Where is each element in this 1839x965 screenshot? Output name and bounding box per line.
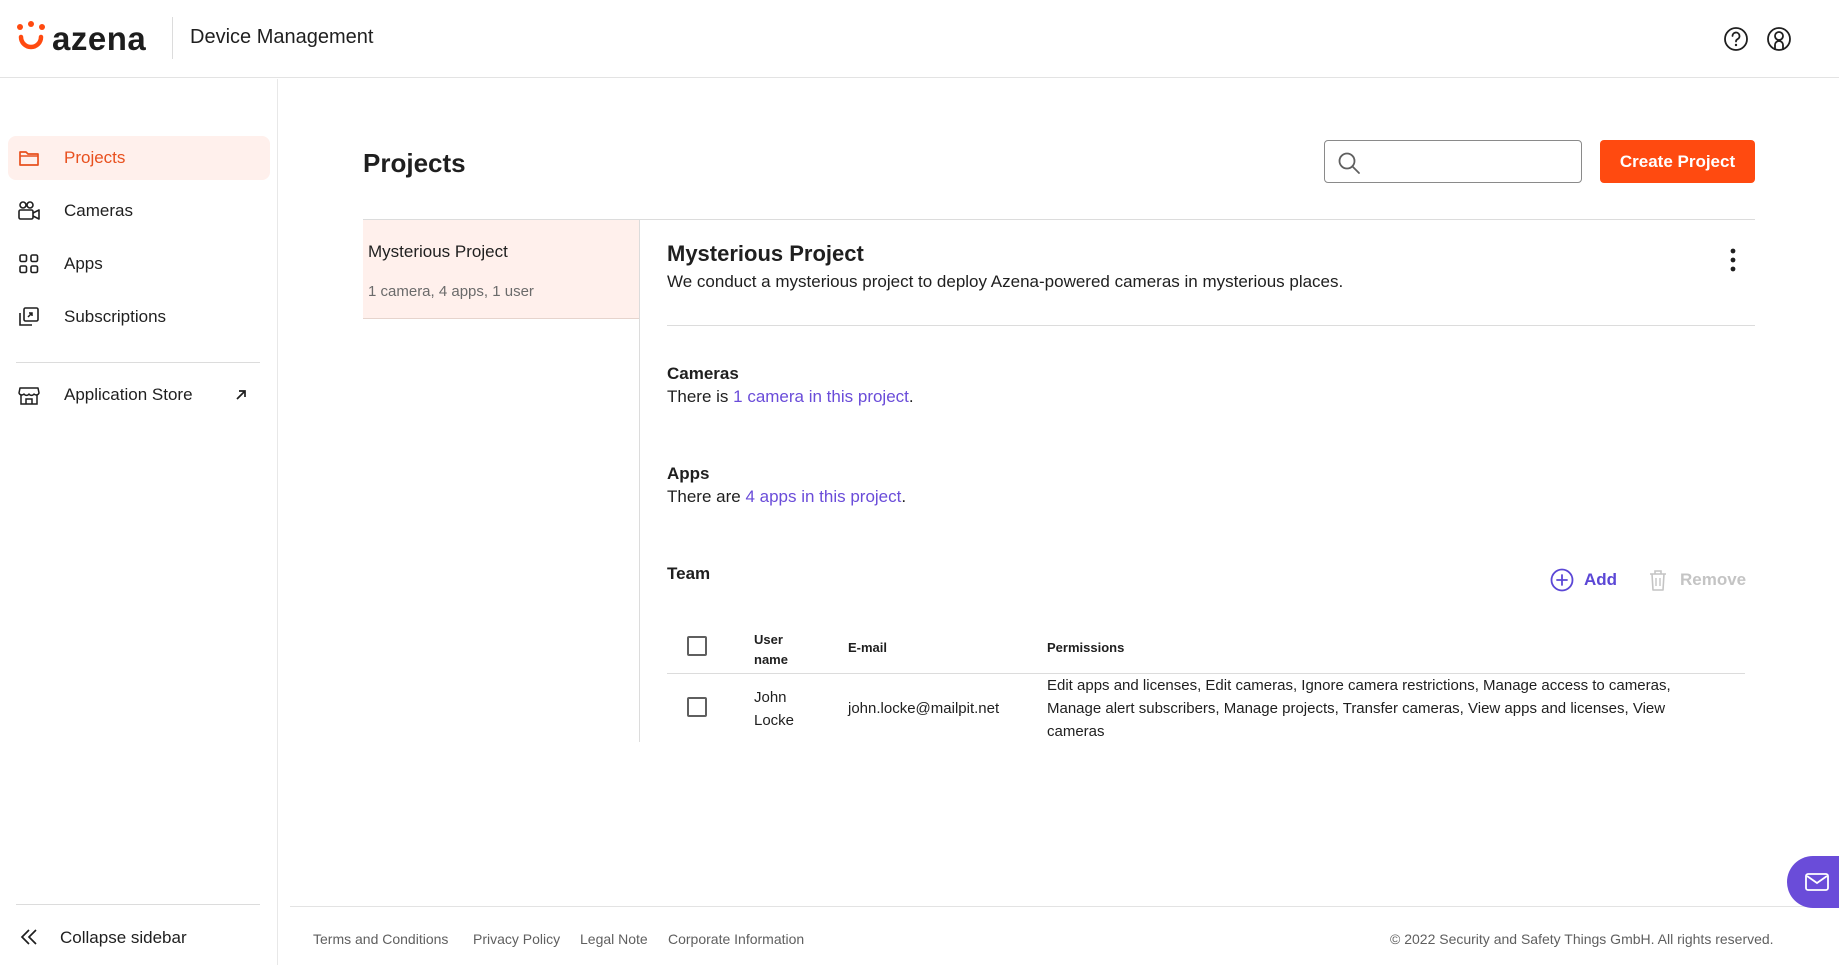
search-icon bbox=[1338, 152, 1360, 174]
azena-logo[interactable]: azena bbox=[16, 19, 146, 59]
sidebar-item-label: Apps bbox=[64, 254, 103, 273]
permissions-line-3: cameras bbox=[1047, 723, 1105, 740]
project-meta: 1 camera, 4 apps, 1 user bbox=[368, 283, 534, 300]
col-header-username-line2: name bbox=[754, 652, 788, 667]
double-chevron-left-icon bbox=[20, 929, 37, 945]
help-icon[interactable] bbox=[1723, 26, 1749, 52]
user-name-cell: John Locke bbox=[754, 686, 794, 732]
sidebar-item-label: Projects bbox=[64, 148, 126, 167]
remove-member-button[interactable]: Remove bbox=[1646, 566, 1746, 594]
sidebar-item-label: Application Store bbox=[64, 385, 193, 404]
cameras-heading: Cameras bbox=[667, 364, 739, 383]
sidebar-item-apps[interactable]: Apps bbox=[8, 242, 270, 286]
more-options-icon[interactable] bbox=[1722, 246, 1744, 274]
collapse-sidebar-label: Collapse sidebar bbox=[60, 928, 187, 947]
sidebar-item-subscriptions[interactable]: Subscriptions bbox=[8, 295, 270, 339]
page-title: Projects bbox=[363, 148, 466, 178]
project-detail-title: Mysterious Project bbox=[667, 241, 864, 266]
detail-divider bbox=[667, 325, 1755, 326]
copyright-text: © 2022 Security and Safety Things GmbH. … bbox=[1390, 931, 1774, 947]
sidebar: Projects Cameras Apps Subscriptions Appl… bbox=[0, 79, 278, 965]
sidebar-bottom-divider bbox=[16, 904, 260, 905]
apps-suffix: . bbox=[901, 487, 907, 506]
app-header: azena Device Management bbox=[0, 0, 1839, 78]
apps-prefix: There are bbox=[667, 487, 746, 506]
trash-icon bbox=[1650, 570, 1666, 591]
col-header-username-line1: User bbox=[754, 632, 783, 647]
search-box[interactable] bbox=[1324, 140, 1582, 183]
email-cell: john.locke@mailpit.net bbox=[848, 700, 1000, 717]
search-input[interactable] bbox=[1369, 147, 1569, 177]
sidebar-item-cameras[interactable]: Cameras bbox=[8, 189, 270, 233]
project-list-item[interactable]: Mysterious Project 1 camera, 4 apps, 1 u… bbox=[363, 220, 639, 319]
app-title: Device Management bbox=[190, 26, 374, 48]
sidebar-item-application-store[interactable]: Application Store bbox=[8, 373, 270, 417]
footer-divider bbox=[290, 906, 1839, 907]
sidebar-item-projects[interactable]: Projects bbox=[8, 136, 270, 180]
add-member-button[interactable]: Add bbox=[1550, 566, 1617, 594]
mail-icon bbox=[1805, 873, 1829, 891]
user-last-name: Locke bbox=[754, 712, 795, 729]
project-name: Mysterious Project bbox=[368, 242, 508, 261]
cameras-link[interactable]: 1 camera in this project bbox=[733, 387, 909, 406]
permissions-line-2: Manage alert subscribers, Manage project… bbox=[1047, 700, 1666, 717]
team-heading: Team bbox=[667, 564, 711, 583]
store-icon bbox=[18, 387, 40, 405]
apps-summary: There are 4 apps in this project. bbox=[667, 487, 906, 507]
footer-link-terms[interactable]: Terms and Conditions bbox=[313, 931, 448, 947]
add-label: Add bbox=[1584, 570, 1618, 589]
project-description: We conduct a mysterious project to deplo… bbox=[667, 272, 1344, 291]
user-first-name: John bbox=[754, 689, 787, 706]
apps-link[interactable]: 4 apps in this project bbox=[745, 487, 901, 506]
row-checkbox[interactable] bbox=[687, 697, 707, 717]
col-header-username[interactable]: User name bbox=[754, 630, 788, 670]
subscriptions-icon bbox=[19, 307, 39, 326]
sidebar-divider bbox=[16, 362, 260, 363]
sidebar-item-label: Cameras bbox=[64, 201, 133, 220]
permissions-line-1: Edit apps and licenses, Edit cameras, Ig… bbox=[1047, 677, 1671, 694]
apps-heading: Apps bbox=[667, 464, 710, 483]
apps-grid-icon bbox=[19, 254, 39, 274]
user-icon[interactable] bbox=[1766, 26, 1792, 52]
col-header-permissions[interactable]: Permissions bbox=[1047, 640, 1124, 655]
contact-mail-button[interactable] bbox=[1787, 856, 1839, 908]
azena-logo-icon bbox=[17, 21, 45, 50]
footer-link-legal[interactable]: Legal Note bbox=[580, 931, 648, 947]
logo-text: azena bbox=[52, 20, 147, 57]
create-project-button[interactable]: Create Project bbox=[1600, 140, 1755, 183]
permissions-cell: Edit apps and licenses, Edit cameras, Ig… bbox=[1047, 674, 1747, 743]
cameras-suffix: . bbox=[908, 387, 914, 406]
col-header-email[interactable]: E-mail bbox=[848, 640, 887, 655]
external-link-icon bbox=[236, 390, 246, 400]
cameras-summary: There is 1 camera in this project. bbox=[667, 387, 914, 407]
cameras-prefix: There is bbox=[667, 387, 734, 406]
sidebar-item-label: Subscriptions bbox=[64, 307, 167, 326]
plus-circle-icon bbox=[1550, 568, 1574, 592]
select-all-checkbox[interactable] bbox=[687, 636, 707, 656]
project-list-border bbox=[639, 220, 640, 742]
header-divider bbox=[172, 17, 173, 59]
footer-link-corporate[interactable]: Corporate Information bbox=[668, 931, 804, 947]
camera-icon bbox=[18, 201, 40, 220]
remove-label: Remove bbox=[1680, 570, 1747, 589]
footer-link-privacy[interactable]: Privacy Policy bbox=[473, 931, 560, 947]
folder-icon bbox=[19, 151, 39, 166]
collapse-sidebar-button[interactable]: Collapse sidebar bbox=[16, 916, 262, 956]
